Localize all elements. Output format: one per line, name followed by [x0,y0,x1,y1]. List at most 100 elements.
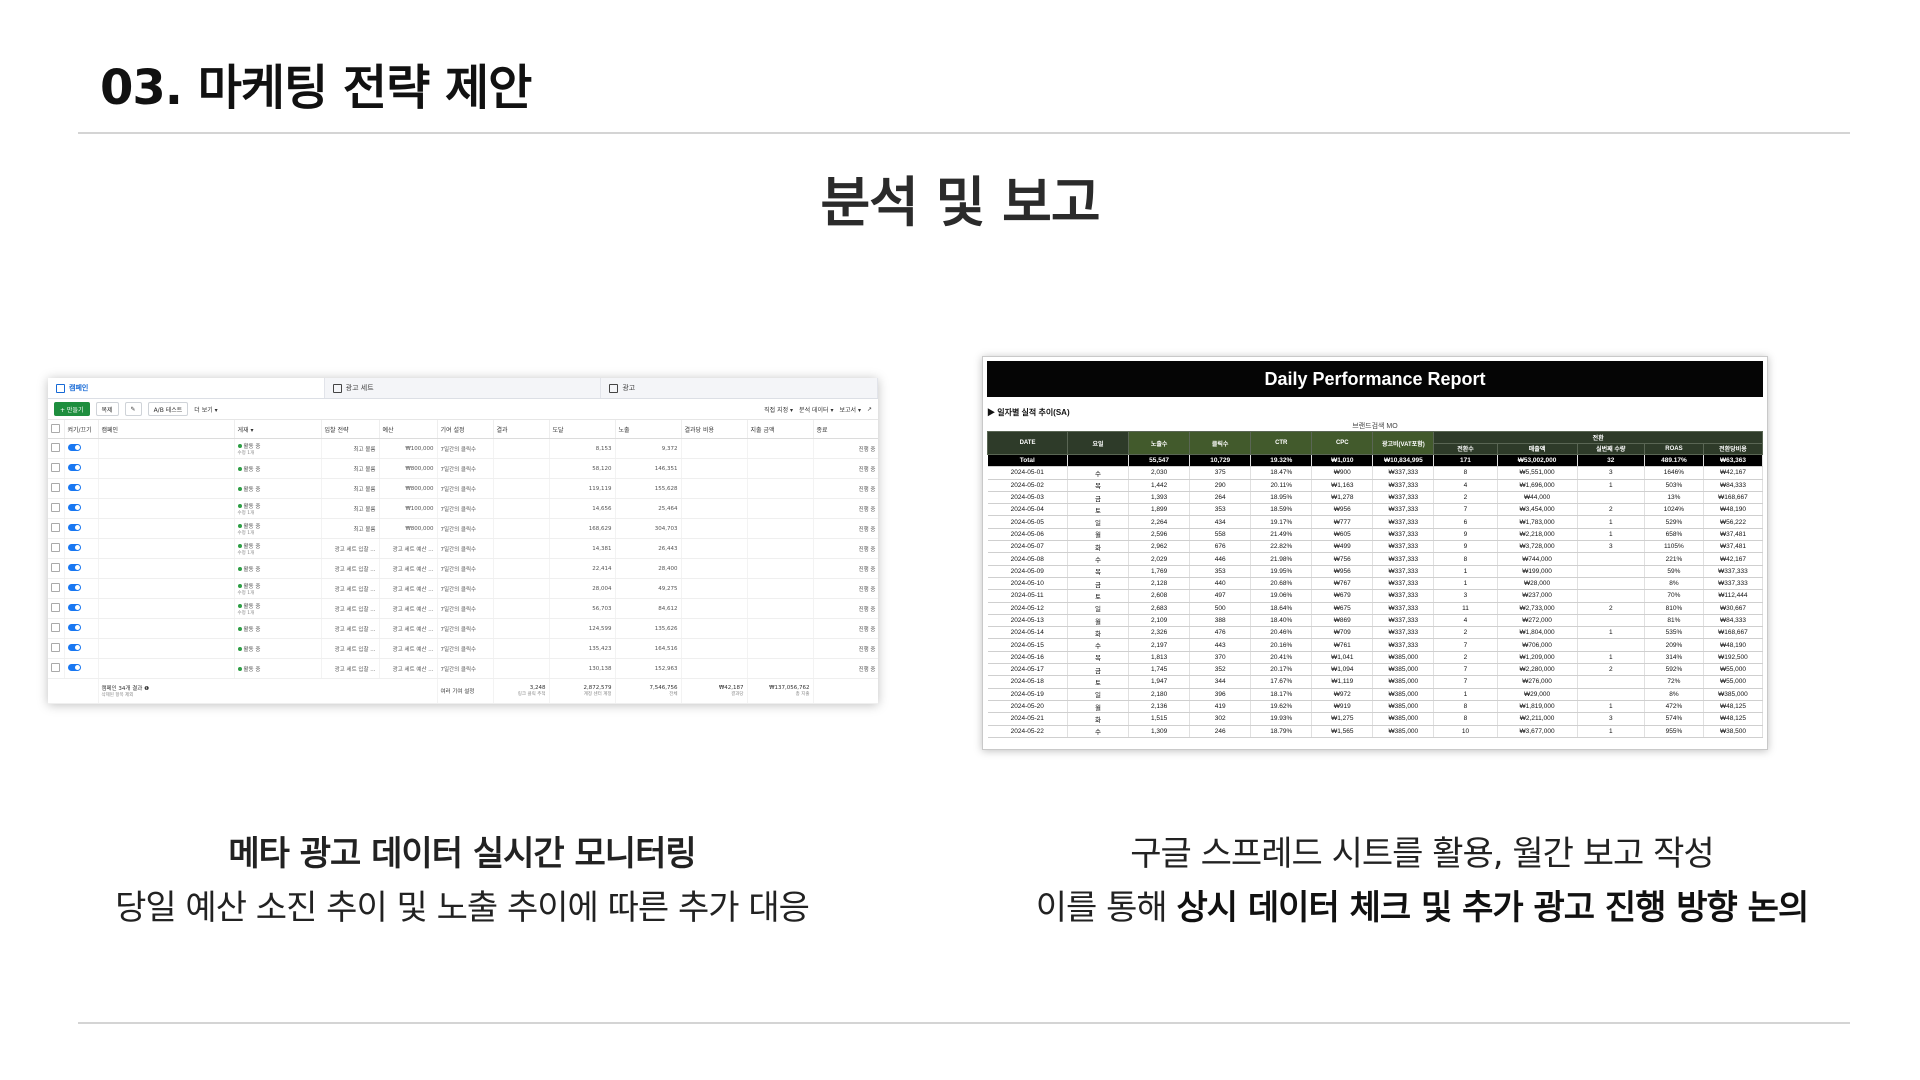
column-header[interactable]: 노출 [615,420,682,439]
table-row[interactable]: 활동 중 광고 세트 입찰 ... 광고 세트 예산 ... 7일간의 클릭수 124,… [48,618,878,639]
create-button[interactable]: + 만들기 [54,402,90,416]
checkbox-icon[interactable] [51,623,60,632]
ab-test-button[interactable]: A/B 테스트 [147,402,189,416]
table-row[interactable]: 활동 중 광고 세트 입찰 ... 광고 세트 예산 ... 7일간의 클릭수 130,… [48,658,878,679]
campaign-name-cell[interactable] [98,578,235,599]
campaign-name-cell[interactable] [98,478,235,499]
campaign-name-cell[interactable] [98,558,235,579]
checkbox-icon[interactable] [51,443,60,452]
campaign-name-cell[interactable] [98,518,235,539]
toggle-cell[interactable] [64,478,99,499]
edit-button[interactable]: ✎ [124,402,142,416]
table-row[interactable]: 활동 중 수정 1개 광고 세트 입찰 ... 광고 세트 예산 ... 7일간의 클릭… [48,578,878,599]
toggle-switch[interactable] [67,464,81,471]
campaign-name-cell[interactable] [98,658,235,679]
toggle-cell[interactable] [64,438,99,459]
row-checkbox-cell[interactable] [48,638,65,659]
campaign-name-cell[interactable] [98,498,235,519]
table-row[interactable]: 활동 중 광고 세트 입찰 ... 광고 세트 예산 ... 7일간의 클릭수 135,… [48,638,878,659]
campaign-name-cell[interactable] [98,638,235,659]
column-header[interactable]: 지출 금액 [747,420,814,439]
more-button[interactable]: 더 보기 ▾ [194,405,217,414]
toggle-cell[interactable] [64,578,99,599]
column-header[interactable]: 게재 ▾ [234,420,322,439]
toggle-switch[interactable] [67,544,81,551]
table-row[interactable]: 활동 중 수정 1개 광고 세트 입찰 ... 광고 세트 예산 ... 7일간의 클릭… [48,538,878,559]
column-header[interactable]: 기여 설정 [437,420,494,439]
table-row[interactable]: 활동 중 수정 1개 광고 세트 입찰 ... 광고 세트 예산 ... 7일간의 클릭… [48,598,878,619]
checkbox-icon[interactable] [51,463,60,472]
toggle-switch[interactable] [67,604,81,611]
tab-ad[interactable]: 광고 [601,378,878,398]
column-header[interactable]: 켜기/끄기 [64,420,99,439]
toggle-cell[interactable] [64,518,99,539]
table-row[interactable]: 활동 중 수정 1개 최고 볼륨 ₩800,000 7일간의 클릭수 168,629 304… [48,518,878,539]
checkbox-icon[interactable] [51,663,60,672]
checkbox-icon[interactable] [51,603,60,612]
column-header[interactable]: 캠페인 [98,420,235,439]
columns-button[interactable]: 직접 지정 ▾ [764,405,793,414]
column-header[interactable]: 결과당 비용 [681,420,748,439]
breakdown-button[interactable]: 분석 데이터 ▾ [799,405,833,414]
checkbox-icon[interactable] [51,483,60,492]
column-header[interactable]: 종료 [813,420,878,439]
toggle-switch[interactable] [67,584,81,591]
campaign-name-cell[interactable] [98,538,235,559]
row-checkbox-cell[interactable] [48,658,65,679]
checkbox-icon[interactable] [51,423,60,433]
toggle-cell[interactable] [64,558,99,579]
campaign-name-cell[interactable] [98,618,235,639]
row-checkbox-cell[interactable] [48,618,65,639]
reports-button[interactable]: 보고서 ▾ [839,405,860,414]
duplicate-button[interactable]: 복제 [95,402,119,416]
row-checkbox-cell[interactable] [48,578,65,599]
toggle-switch[interactable] [67,484,81,491]
export-icon[interactable]: ↗ [867,406,872,413]
report-cell: ₩63,363 [1703,454,1764,468]
row-checkbox-cell[interactable] [48,598,65,619]
column-header[interactable]: 입찰 전략 [321,420,380,439]
table-row[interactable]: 활동 중 광고 세트 입찰 ... 광고 세트 예산 ... 7일간의 클릭수 22,4… [48,558,878,579]
toggle-cell[interactable] [64,498,99,519]
report-cell: ₩37,481 [1703,528,1764,542]
tab-adset[interactable]: 광고 세트 [325,378,602,398]
toggle-cell[interactable] [64,538,99,559]
row-checkbox-cell[interactable] [48,518,65,539]
checkbox-icon[interactable] [51,583,60,592]
table-row[interactable]: 활동 중 수정 1개 최고 볼륨 ₩100,000 7일간의 클릭수 14,656 25,4… [48,498,878,519]
row-checkbox-cell[interactable] [48,498,65,519]
column-header[interactable]: 도달 [549,420,616,439]
table-row[interactable]: 활동 중 최고 볼륨 ₩800,000 7일간의 클릭수 58,120 146,351 진행… [48,458,878,479]
checkbox-icon[interactable] [51,563,60,572]
toggle-switch[interactable] [67,644,81,651]
toggle-cell[interactable] [64,638,99,659]
checkbox-icon[interactable] [51,543,60,552]
row-checkbox-cell[interactable] [48,538,65,559]
campaign-name-cell[interactable] [98,438,235,459]
toggle-switch[interactable] [67,564,81,571]
toggle-switch[interactable] [67,624,81,631]
campaign-name-cell[interactable] [98,598,235,619]
table-row[interactable]: 활동 중 수정 1개 최고 볼륨 ₩100,000 7일간의 클릭수 8,153 9,372… [48,438,878,459]
toggle-switch[interactable] [67,664,81,671]
table-row[interactable]: 활동 중 최고 볼륨 ₩800,000 7일간의 클릭수 119,119 155,628 진… [48,478,878,499]
row-checkbox-cell[interactable] [48,478,65,499]
campaign-name-cell[interactable] [98,458,235,479]
toggle-switch[interactable] [67,524,81,531]
column-header[interactable]: 결과 [493,420,550,439]
toggle-switch[interactable] [67,444,81,451]
checkbox-icon[interactable] [51,523,60,532]
checkbox-icon[interactable] [51,503,60,512]
column-header[interactable]: 예산 [379,420,438,439]
row-checkbox-cell[interactable] [48,438,65,459]
toggle-cell[interactable] [64,658,99,679]
toggle-cell[interactable] [64,618,99,639]
tab-campaign[interactable]: 캠페인 [48,378,325,398]
row-checkbox-cell[interactable] [48,558,65,579]
row-checkbox-cell[interactable] [48,458,65,479]
toggle-cell[interactable] [64,598,99,619]
toggle-switch[interactable] [67,504,81,511]
select-all-checkbox[interactable] [48,420,65,439]
checkbox-icon[interactable] [51,643,60,652]
toggle-cell[interactable] [64,458,99,479]
